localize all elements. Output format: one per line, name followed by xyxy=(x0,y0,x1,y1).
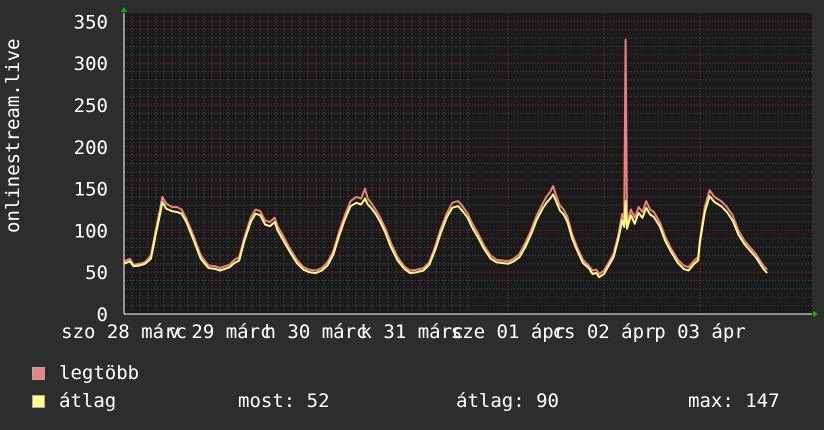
y-tick-label: 300 xyxy=(74,53,108,75)
legend-label-avg: átlag xyxy=(59,390,117,412)
stat-current: most: 52 xyxy=(238,390,330,412)
y-tick-label: 100 xyxy=(74,220,108,242)
stat-max: max: 147 xyxy=(688,390,780,412)
legend-swatch-max xyxy=(32,367,45,380)
x-axis-arrow xyxy=(813,311,818,317)
y-tick-label: 50 xyxy=(85,262,108,284)
x-tick-label: sze 01 ápr xyxy=(451,321,565,343)
legend-label-max: legtöbb xyxy=(59,362,140,384)
y-axis-label: onlinestream.live xyxy=(2,38,24,233)
y-axis-arrow xyxy=(121,7,127,12)
x-tick-label: p 03 ápr xyxy=(654,321,746,343)
y-tick-label: 150 xyxy=(74,179,108,201)
y-tick-label: 200 xyxy=(74,137,108,159)
x-tick-label: h 30 márc xyxy=(265,321,368,343)
y-tick-label: 250 xyxy=(74,95,108,117)
legend-swatch-avg xyxy=(32,395,45,408)
stat-average: átlag: 90 xyxy=(456,390,559,412)
x-tick-label: k 31 márc xyxy=(361,321,464,343)
x-tick-label: v 29 márc xyxy=(169,321,272,343)
y-tick-label: 350 xyxy=(74,11,108,33)
x-tick-label: cs 02 ápr xyxy=(553,321,656,343)
chart: 050100150200250300350szo 28 márcv 29 már… xyxy=(61,7,818,343)
